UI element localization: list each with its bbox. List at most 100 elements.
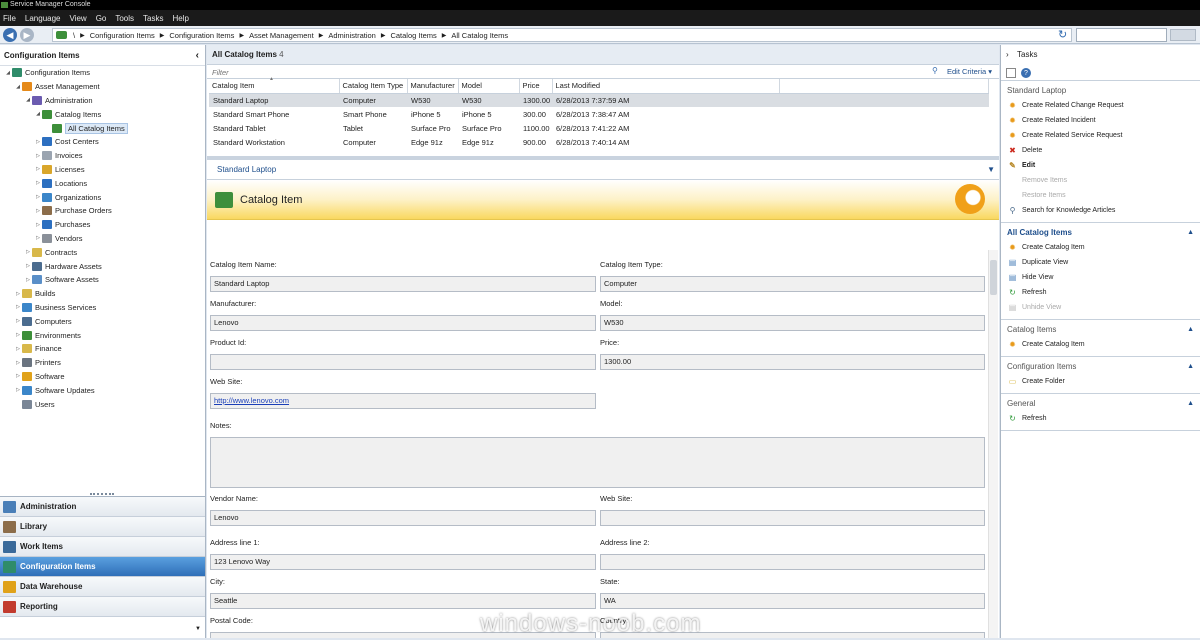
collapsed-arrow-icon[interactable]: ▷ <box>14 318 22 324</box>
menu-tools[interactable]: Tools <box>115 14 134 23</box>
search-icon[interactable]: ⚲ <box>932 66 938 75</box>
task-duplicate-view[interactable]: ▤ Duplicate View <box>1001 255 1200 270</box>
chevron-right-icon[interactable]: › <box>1006 45 1009 65</box>
column-header[interactable]: Price <box>519 79 553 94</box>
filter-input[interactable] <box>209 66 939 78</box>
column-header[interactable]: ▲ Catalog Item <box>209 76 340 94</box>
workspace-button-data-warehouse[interactable]: Data Warehouse <box>0 577 205 597</box>
address-line-2-field[interactable] <box>600 554 985 570</box>
task-section-header[interactable]: Catalog Items ▲ <box>1001 323 1200 337</box>
task-refresh[interactable]: ↻ Refresh <box>1001 285 1200 300</box>
collapsed-arrow-icon[interactable]: ▷ <box>34 153 42 159</box>
collapsed-arrow-icon[interactable]: ▷ <box>34 222 42 228</box>
task-create-related-incident[interactable]: ✹ Create Related Incident <box>1001 113 1200 128</box>
menu-file[interactable]: File <box>3 14 16 23</box>
task-section-header[interactable]: Standard Laptop <box>1001 84 1200 98</box>
tree-item-users[interactable]: Users <box>0 397 205 411</box>
task-section-header[interactable]: All Catalog Items ▲ <box>1001 226 1200 240</box>
collapsed-arrow-icon[interactable]: ▷ <box>14 360 22 366</box>
tree-item-finance[interactable]: ▷ Finance <box>0 342 205 356</box>
task-create-catalog-item[interactable]: ✹ Create Catalog Item <box>1001 337 1200 352</box>
tree-item-software[interactable]: ▷ Software <box>0 370 205 384</box>
collapse-icon[interactable]: ‹ <box>196 45 199 66</box>
menu-go[interactable]: Go <box>96 14 107 23</box>
chevron-right-icon[interactable]: ▶ <box>239 32 244 39</box>
table-row[interactable]: Standard Smart Phone Smart Phone iPhone 5 i… <box>209 107 989 121</box>
expanded-arrow-icon[interactable]: ◢ <box>14 84 22 90</box>
column-header[interactable]: Model <box>458 79 520 94</box>
manufacturer-field[interactable]: Lenovo <box>210 315 596 331</box>
task-create-catalog-item[interactable]: ✹ Create Catalog Item <box>1001 240 1200 255</box>
tree-item-administration[interactable]: ◢ Administration <box>0 94 205 108</box>
menu-view[interactable]: View <box>69 14 86 23</box>
tree-item-computers[interactable]: ▷ Computers <box>0 314 205 328</box>
workspace-button-administration[interactable]: Administration <box>0 497 205 517</box>
expanded-arrow-icon[interactable]: ◢ <box>4 70 12 76</box>
refresh-icon[interactable]: ↻ <box>1058 29 1070 41</box>
collapsed-arrow-icon[interactable]: ▷ <box>24 249 32 255</box>
clipboard-icon[interactable] <box>1006 67 1016 78</box>
collapse-icon[interactable]: ▲ <box>1187 323 1194 337</box>
state-field[interactable]: WA <box>600 593 985 609</box>
chevron-right-icon[interactable]: ▶ <box>80 32 85 39</box>
city-field[interactable]: Seattle <box>210 593 596 609</box>
collapsed-arrow-icon[interactable]: ▷ <box>14 373 22 379</box>
collapse-icon[interactable]: ▲ <box>1187 226 1194 240</box>
workspace-button-reporting[interactable]: Reporting <box>0 597 205 617</box>
collapsed-arrow-icon[interactable]: ▷ <box>14 291 22 297</box>
edit-criteria-button[interactable]: Edit Criteria ▾ <box>947 67 992 76</box>
help-icon[interactable]: ? <box>1021 67 1031 78</box>
scrollbar-thumb[interactable] <box>990 260 997 295</box>
task-section-header[interactable]: Configuration Items ▲ <box>1001 360 1200 374</box>
tree-item-contracts[interactable]: ▷ Contracts <box>0 245 205 259</box>
chevron-down-icon[interactable]: ▼ <box>195 626 201 632</box>
tree-item-locations[interactable]: ▷ Locations <box>0 176 205 190</box>
tree-item-vendors[interactable]: ▷ Vendors <box>0 232 205 246</box>
breadcrumb-item[interactable]: Administration <box>328 31 376 40</box>
chevron-right-icon[interactable]: ▶ <box>319 32 324 39</box>
workspace-button-work-items[interactable]: Work Items <box>0 537 205 557</box>
tree-item-purchases[interactable]: ▷ Purchases <box>0 218 205 232</box>
tree-item-printers[interactable]: ▷ Printers <box>0 356 205 370</box>
column-header[interactable]: Catalog Item Type <box>339 79 408 94</box>
expanded-arrow-icon[interactable]: ◢ <box>24 97 32 103</box>
chevron-right-icon[interactable]: ▶ <box>381 32 386 39</box>
chevron-right-icon[interactable]: ▶ <box>160 32 165 39</box>
search-button[interactable] <box>1170 29 1196 41</box>
tree-item-hardware-assets[interactable]: ▷ Hardware Assets <box>0 259 205 273</box>
tree-item-business-services[interactable]: ▷ Business Services <box>0 301 205 315</box>
tree-item-builds[interactable]: ▷ Builds <box>0 287 205 301</box>
web-site-link[interactable]: http://www.lenovo.com <box>210 393 596 409</box>
model-field[interactable]: W530 <box>600 315 985 331</box>
column-header[interactable]: Manufacturer <box>407 79 459 94</box>
collapsed-arrow-icon[interactable]: ▷ <box>34 235 42 241</box>
table-row[interactable]: Standard Laptop Computer W530 W530 1300.00 6/… <box>209 93 989 107</box>
expanded-arrow-icon[interactable]: ◢ <box>34 111 42 117</box>
tree-item-software-updates[interactable]: ▷ Software Updates <box>0 383 205 397</box>
collapsed-arrow-icon[interactable]: ▷ <box>34 180 42 186</box>
splitter-grip[interactable] <box>90 493 114 496</box>
tree-item-environments[interactable]: ▷ Environments <box>0 328 205 342</box>
breadcrumb-item[interactable]: Configuration Items <box>90 31 155 40</box>
chevron-right-icon[interactable]: ▶ <box>442 32 447 39</box>
task-create-related-service-request[interactable]: ✹ Create Related Service Request <box>1001 128 1200 143</box>
task-refresh[interactable]: ↻ Refresh <box>1001 411 1200 426</box>
breadcrumb-item[interactable]: All Catalog Items <box>451 31 508 40</box>
notes-textarea[interactable] <box>210 437 985 488</box>
forward-arrow-icon[interactable]: ▶ <box>20 27 34 42</box>
back-arrow-icon[interactable]: ◀ <box>3 27 17 42</box>
workspace-button-library[interactable]: Library <box>0 517 205 537</box>
catalog-item-type-field[interactable]: Computer <box>600 276 985 292</box>
price-field[interactable]: 1300.00 <box>600 354 985 370</box>
breadcrumb-item[interactable]: Catalog Items <box>390 31 436 40</box>
tree-item-licenses[interactable]: ▷ Licenses <box>0 163 205 177</box>
menu-help[interactable]: Help <box>173 14 189 23</box>
breadcrumb-item[interactable]: Configuration Items <box>169 31 234 40</box>
workspace-button-configuration-items[interactable]: Configuration Items <box>0 557 205 577</box>
vertical-scrollbar[interactable] <box>988 250 998 638</box>
table-row[interactable]: Standard Workstation Computer Edge 91z Edge… <box>209 135 989 149</box>
collapsed-arrow-icon[interactable]: ▷ <box>34 194 42 200</box>
task-hide-view[interactable]: ▤ Hide View <box>1001 270 1200 285</box>
address-line-1-field[interactable]: 123 Lenovo Way <box>210 554 596 570</box>
breadcrumb-item[interactable]: Asset Management <box>249 31 314 40</box>
